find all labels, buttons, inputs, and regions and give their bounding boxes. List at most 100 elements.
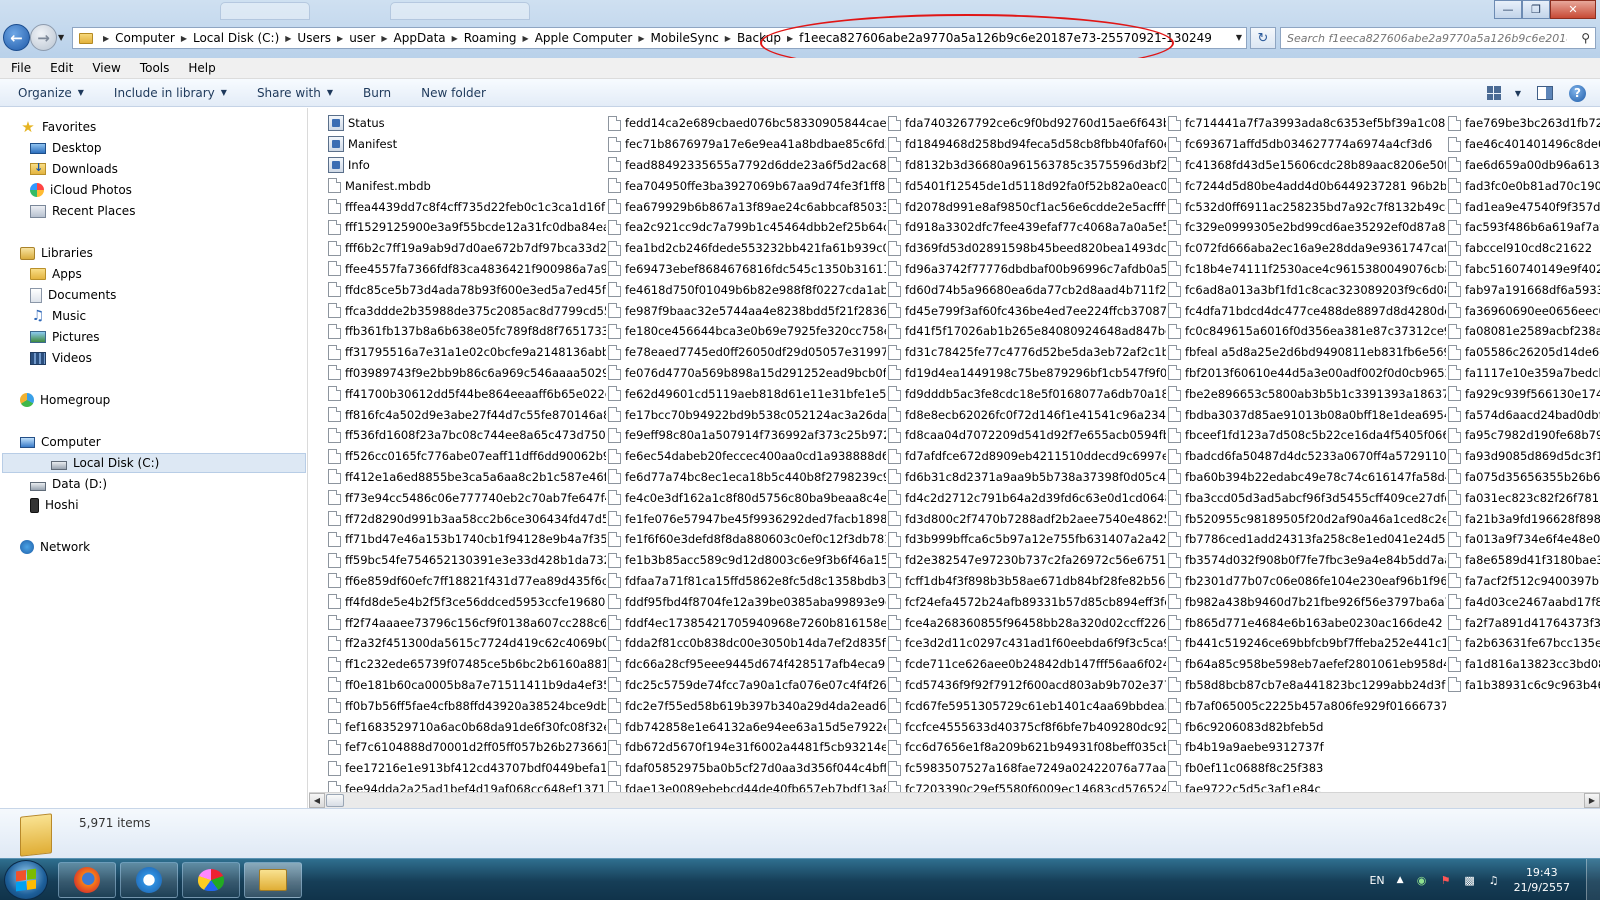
file-item[interactable]: fee94dda2a25ad1bef4d19af068cc648ef13715e <box>326 779 606 792</box>
file-item[interactable]: fef1683529710a6ac0b68da91de6f30fc08f32e7 <box>326 716 606 737</box>
file-item[interactable]: fb441c519246ce69bbfcb9bf7ffeba252e441c17 <box>1166 633 1446 654</box>
file-item[interactable]: fd2e382547e97230b737c2fa26972c56e675159b <box>886 550 1166 571</box>
menu-file[interactable]: File <box>0 61 39 75</box>
file-item[interactable]: fea1bd2cb246fdede553232bb421fa61b939c07b <box>606 238 886 259</box>
forward-button[interactable]: → <box>30 24 57 51</box>
file-item[interactable]: fffea4439dd7c8f4cff735d22feb0c1c3ca1d16f <box>326 196 606 217</box>
organize-button[interactable]: Organize ▼ <box>0 86 96 100</box>
file-item[interactable]: fedd14ca2e689cbaed076bc58330905844caef78 <box>606 113 886 134</box>
horizontal-scrollbar[interactable]: ◀ ▶ <box>309 792 1600 808</box>
file-item[interactable]: ff1c232ede65739f07485ce5b6bc2b6160a881ad <box>326 654 606 675</box>
file-item[interactable]: fcd57436f9f92f7912f600acd803ab9b702e377c <box>886 675 1166 696</box>
file-item[interactable]: fb7af065005c2225b457a806fe929f016667374f <box>1166 695 1446 716</box>
file-item[interactable]: fff1529125900e3a9f55bcde12a31fc0dba84ea3 <box>326 217 606 238</box>
breadcrumb-backup-folder[interactable]: f1eeca827606abe2a9770a5a126b9c6e20187e73… <box>799 31 1212 45</box>
file-item[interactable]: ff2f74aaaee73796c156cf9f0138a607cc288c6a <box>326 612 606 633</box>
file-item[interactable]: fdda2f81cc0b838dc00e3050b14da7ef2d835f3c <box>606 633 886 654</box>
file-item[interactable]: fab97a191668df6a5933 <box>1446 279 1600 300</box>
file-item[interactable]: fbf2013f60610e44d5a3e00adf002f0d0cb96524 <box>1166 363 1446 384</box>
file-item[interactable]: fc714441a7f7a3993ada8c6353ef5bf39a1c08ed <box>1166 113 1446 134</box>
nav-favorites[interactable]: ★ Favorites <box>20 117 96 137</box>
minimize-button[interactable]: — <box>1494 0 1522 19</box>
file-item[interactable]: fa031ec823c82f26f781b <box>1446 487 1600 508</box>
search-icon[interactable]: ⚲ <box>1581 31 1590 45</box>
volume-icon[interactable]: ♫ <box>1487 873 1501 887</box>
file-item[interactable]: fce3d2d11c0297c431ad1f60eebda6f9f3c5ca9 <box>886 633 1166 654</box>
chevron-right-icon[interactable]: ▶ <box>285 34 291 43</box>
breadcrumb-users[interactable]: Users <box>297 31 331 45</box>
file-item[interactable]: fabccel910cd8c21622 <box>1446 238 1600 259</box>
file-item[interactable]: fc18b4e74111f2530ace4c9615380049076cb8c0 <box>1166 259 1446 280</box>
file-item[interactable]: fb7786ced1add24313fa258c8e1ed041e24d52a4 <box>1166 529 1446 550</box>
file-item[interactable]: fdaf05852975ba0b5cf27d0aa3d356f044c4bff4 <box>606 758 886 779</box>
file-item[interactable]: fe4618d750f01049b6b82e988f8f0227cda1ab8d <box>606 279 886 300</box>
chevron-right-icon[interactable]: ▶ <box>337 34 343 43</box>
file-item[interactable]: fea704950ffe3ba3927069b67aa9d74fe3f1ff81 <box>606 175 886 196</box>
file-item[interactable]: fa21b3a9fd196628f898b <box>1446 508 1600 529</box>
nav-desktop[interactable]: Desktop <box>30 138 102 158</box>
file-item[interactable]: fd96a3742f77776dbdbaf00b96996c7afdb0a589 <box>886 259 1166 280</box>
file-item[interactable]: fd3b999bffca6c5b97a12e755fb631407a2a42aa <box>886 529 1166 550</box>
file-item[interactable]: ffee4557fa7366fdf83ca4836421f900986a7a9a <box>326 259 606 280</box>
file-item[interactable]: ff31795516a7e31a1e02c0bcfe9a2148136abba9 <box>326 342 606 363</box>
show-desktop-button[interactable] <box>1586 859 1600 900</box>
file-item[interactable]: fbdba3037d85ae91013b08a0bff18e1dea695469 <box>1166 404 1446 425</box>
file-item[interactable]: fe987f9baac32e5744aa4e8238bdd5f21f283653 <box>606 300 886 321</box>
file-item[interactable]: ff0b7b56ff5fae4cfb88ffd43920a38524bce9db <box>326 695 606 716</box>
refresh-button[interactable]: ↻ <box>1250 27 1276 49</box>
menu-view[interactable]: View <box>81 61 128 75</box>
file-item[interactable]: ff73e94cc5486c06e777740eb2c70ab7fe647f4a <box>326 487 606 508</box>
menu-tools[interactable]: Tools <box>129 61 178 75</box>
file-item[interactable]: fe6ec54dabeb20feccec400aa0cd1a938888d6b2 <box>606 446 886 467</box>
file-item[interactable]: fdb742858e1e64132a6e94ee63a15d5e7922ee64 <box>606 716 886 737</box>
file-item[interactable]: ff536fd1608f23a7bc08c744ee8a65c473d7506b <box>326 425 606 446</box>
search-input[interactable] <box>1287 31 1567 45</box>
nav-apps[interactable]: Apps <box>30 264 82 284</box>
address-bar[interactable]: ▶ Computer ▶ Local Disk (C:) ▶ Users ▶ u… <box>72 27 1247 49</box>
file-item[interactable]: fae769be3bc263d1fb72 <box>1446 113 1600 134</box>
file-item[interactable]: fddf4ec17385421705940968e7260b816158e29f <box>606 612 886 633</box>
file-item[interactable]: fe4c0e3df162a1c8f80d5756c80ba9beaa8c4e3c <box>606 487 886 508</box>
file-item[interactable]: ffca3ddde2b35988de375c2085ac8d7799cd5550 <box>326 300 606 321</box>
file-item[interactable]: fdfaa7a71f81ca15ffd5862e8fc5d8c1358bdb30 <box>606 571 886 592</box>
show-hidden-icons-arrow[interactable]: ▲ <box>1397 875 1404 885</box>
file-item[interactable]: fd41f5f17026ab1b265e84080924648ad847bef9 <box>886 321 1166 342</box>
nav-homegroup[interactable]: Homegroup <box>20 390 110 410</box>
file-item[interactable]: fa7acf2f512c9400397bb <box>1446 571 1600 592</box>
file-item[interactable]: fea679929b6b867a13f89ae24c6abbcaf8503338 <box>606 196 886 217</box>
file-item[interactable]: fae46c401401496c8de0 <box>1446 134 1600 155</box>
file-item[interactable]: fa08081e2589acbf238a <box>1446 321 1600 342</box>
nav-network[interactable]: Network <box>20 537 90 557</box>
file-item[interactable]: ff59bc54fe754652130391e3e33d428b1da73219 <box>326 550 606 571</box>
file-item[interactable]: fe62d49601cd5119aeb818d61e11e31bfe1e5468 <box>606 383 886 404</box>
file-item[interactable]: ff72d8290d991b3aa58cc2b6ce306434fd47d566 <box>326 508 606 529</box>
file-item[interactable]: fc41368fd43d5e15606cdc28b89aac8206e50f0c <box>1166 155 1446 176</box>
file-item[interactable]: fe1f6f60e3defd8f8da880603c0ef0c12f3db781 <box>606 529 886 550</box>
file-item[interactable]: fd31c78425fe77c4776d52be5da3eb72af2c1b5a <box>886 342 1166 363</box>
file-item[interactable]: fc7244d5d80be4add4d0b6449237281 96b2b4eb… <box>1166 175 1446 196</box>
file-item[interactable]: fbceef1fd123a7d508c5b22ce16da4f5405f066a… <box>1166 425 1446 446</box>
file-item[interactable]: fa1117e10e359a7bedcb <box>1446 363 1600 384</box>
file-item[interactable]: fa2b63631fe67bcc135e <box>1446 633 1600 654</box>
nav-music[interactable]: ♫ Music <box>30 306 86 326</box>
file-item[interactable]: fdc2e7f55ed58b619b397b340a29d4da2ead653c <box>606 695 886 716</box>
file-item[interactable]: fc329e0999305e2bd99cd6ae35292ef0d87a8829 <box>1166 217 1446 238</box>
file-item[interactable]: fd9dddb5ac3fe8cdc18e5f0168077a6db70a18db <box>886 383 1166 404</box>
nav-downloads[interactable]: Downloads <box>30 159 118 179</box>
file-item[interactable]: fd369fd53d02891598b45beed820bea1493dce35 <box>886 238 1166 259</box>
file-item[interactable]: ffb361fb137b8a6b638e05fc789f8d8f76517337 <box>326 321 606 342</box>
menu-help[interactable]: Help <box>177 61 223 75</box>
file-item[interactable]: fa05586c26205d14de6e <box>1446 342 1600 363</box>
file-item[interactable]: fd4c2d2712c791b64a2d39fd6c63e0d1cd064874 <box>886 487 1166 508</box>
breadcrumb-user[interactable]: user <box>349 31 375 45</box>
nav-pictures[interactable]: Pictures <box>30 327 100 347</box>
file-item[interactable]: fa93d9085d869d5dc3f1 <box>1446 446 1600 467</box>
share-with-button[interactable]: Share with ▼ <box>239 86 345 100</box>
file-item[interactable]: fa8e6589d41f3180bae3 <box>1446 550 1600 571</box>
file-item[interactable]: fda7403267792ce6c9f0bd92760d15ae6f643ba3 <box>886 113 1166 134</box>
file-item[interactable]: fb0ef11c0688f8c25f383 <box>1166 758 1446 779</box>
include-in-library-button[interactable]: Include in library ▼ <box>96 86 239 100</box>
nav-local-disk-c[interactable]: Local Disk (C:) <box>2 453 306 473</box>
file-item[interactable]: fa929c939f566130e1745 <box>1446 383 1600 404</box>
menu-edit[interactable]: Edit <box>39 61 81 75</box>
